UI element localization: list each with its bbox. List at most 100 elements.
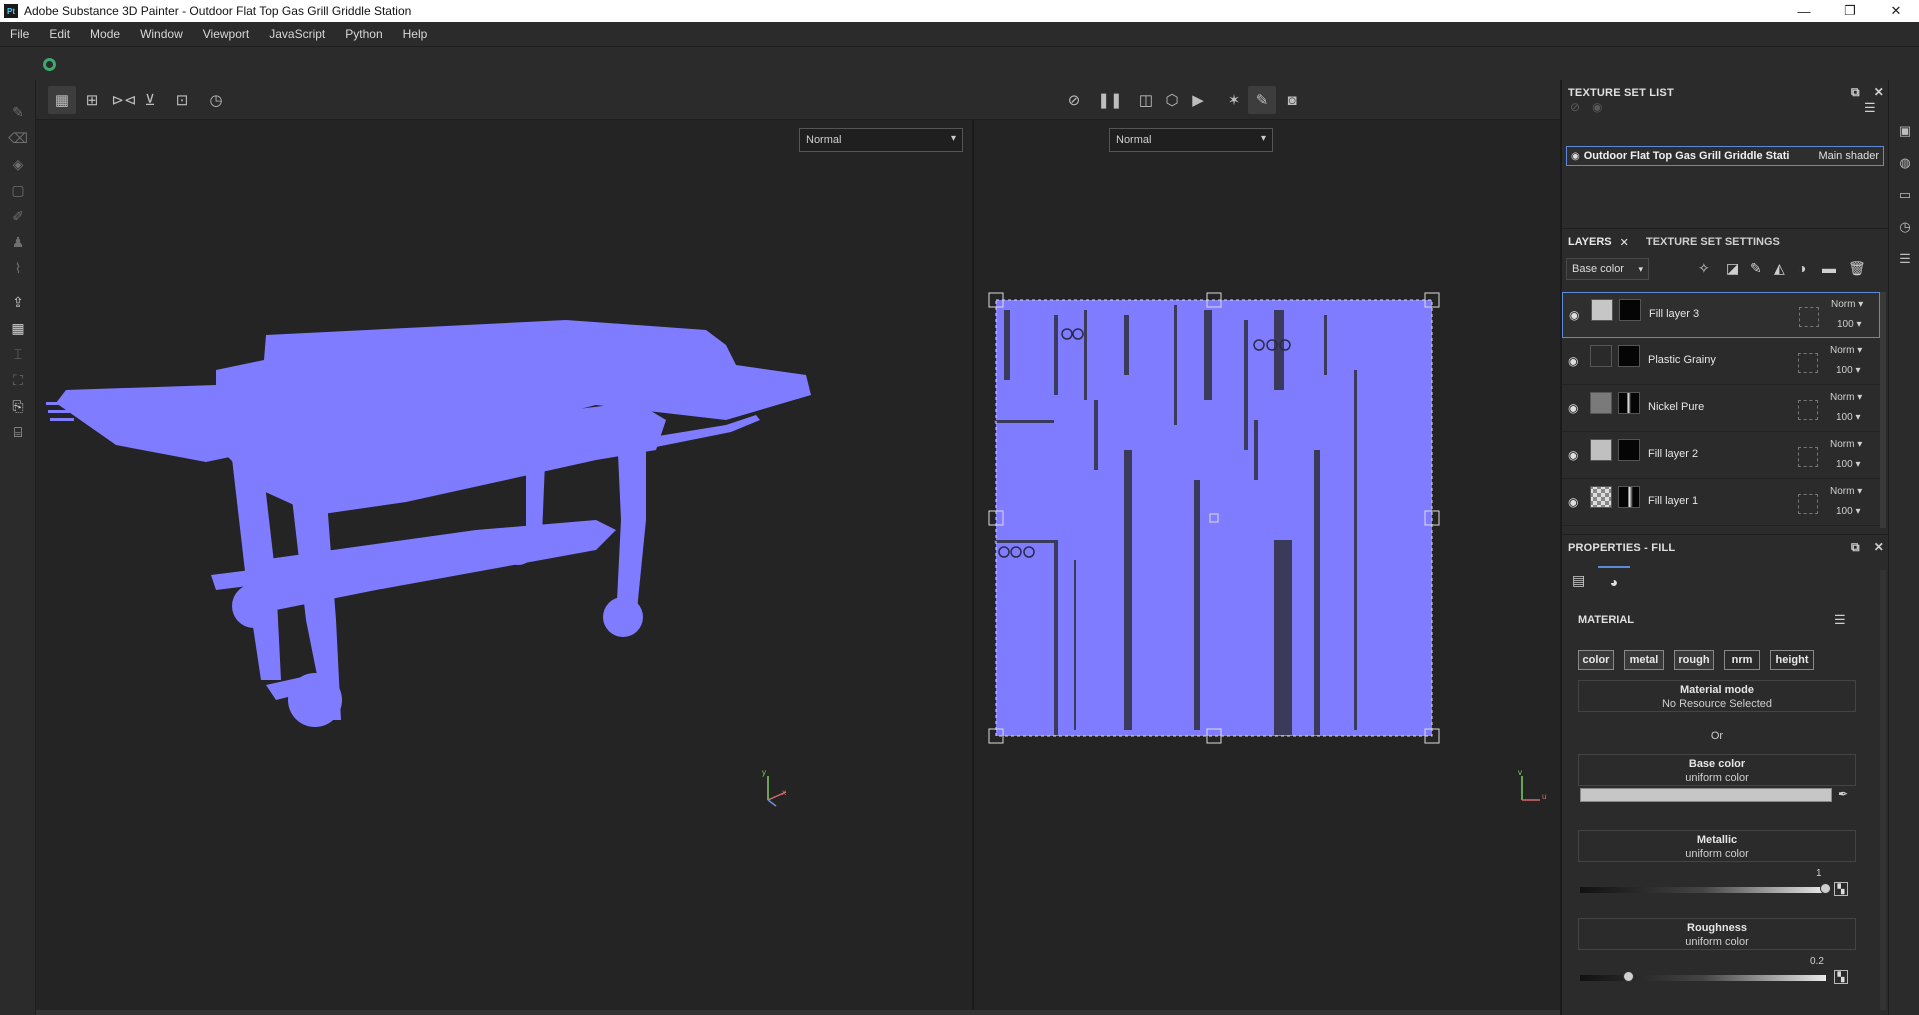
menu-edit[interactable]: Edit: [39, 27, 80, 41]
eye-icon[interactable]: ◉: [1568, 495, 1582, 509]
shelf-icon[interactable]: ▣: [1896, 122, 1914, 140]
shader-settings-icon[interactable]: ◍: [1896, 154, 1914, 172]
undock-icon[interactable]: ⧉: [1851, 540, 1860, 555]
blend-mode[interactable]: Norm ▾: [1830, 439, 1862, 450]
base-color-swatch[interactable]: [1580, 788, 1832, 802]
viewport-scrollbar[interactable]: [36, 1010, 1560, 1015]
mask-slot[interactable]: [1799, 307, 1819, 327]
texture-slot-icon[interactable]: ▚: [1834, 882, 1848, 896]
bake-icon[interactable]: ⇪: [8, 292, 28, 312]
add-mask-icon[interactable]: ◑: [1798, 260, 1806, 276]
measure-icon[interactable]: ⌶: [8, 344, 28, 364]
layer-name[interactable]: Plastic Grainy: [1648, 354, 1716, 366]
menu-viewport[interactable]: Viewport: [193, 27, 259, 41]
split-view-icon[interactable]: ◫: [1132, 86, 1160, 114]
assets-icon[interactable]: ▭: [1896, 186, 1914, 204]
maximize-button[interactable]: ❐: [1827, 0, 1873, 22]
minimize-button[interactable]: —: [1781, 0, 1827, 22]
texture-set-menu-icon[interactable]: ☰: [1864, 100, 1876, 116]
blend-mode[interactable]: Norm ▾: [1830, 345, 1862, 356]
eye-icon[interactable]: ◉: [1569, 308, 1583, 322]
show-all-icon[interactable]: ◉: [1592, 100, 1602, 114]
material-tab-icon[interactable]: ◕: [1598, 566, 1630, 594]
fill-settings-icon[interactable]: ▤: [1572, 572, 1585, 589]
channel-height-button[interactable]: height: [1770, 650, 1814, 670]
layer-name[interactable]: Fill layer 1: [1648, 495, 1698, 507]
eye-icon[interactable]: ◉: [1568, 401, 1582, 415]
status-ring-icon[interactable]: [43, 58, 56, 71]
material-picker-icon[interactable]: ⌇: [8, 258, 28, 278]
channel-select[interactable]: Base color ▾: [1566, 258, 1649, 280]
add-fill-layer-icon[interactable]: ◭: [1774, 260, 1785, 277]
layer-name[interactable]: Fill layer 2: [1648, 448, 1698, 460]
blend-mode[interactable]: Norm ▾: [1830, 486, 1862, 497]
add-paint-layer-icon[interactable]: ✎: [1750, 260, 1762, 277]
material-menu-icon[interactable]: ☰: [1834, 612, 1846, 628]
delete-layer-icon[interactable]: 🗑: [1848, 260, 1866, 277]
layer-opacity[interactable]: 100 ▾: [1836, 506, 1861, 517]
channel-nrm-button[interactable]: nrm: [1724, 650, 1760, 670]
cube-icon[interactable]: ⬡: [1158, 86, 1186, 114]
hide-all-icon[interactable]: ⊘: [1570, 100, 1580, 114]
blend-mode[interactable]: Norm ▾: [1830, 392, 1862, 403]
menu-python[interactable]: Python: [335, 27, 392, 41]
eye-icon[interactable]: ◉: [1571, 151, 1580, 162]
layer-opacity[interactable]: 100 ▾: [1836, 365, 1861, 376]
layer-opacity[interactable]: 100 ▾: [1837, 319, 1862, 330]
history-icon[interactable]: ◷: [202, 86, 230, 114]
roughness-box[interactable]: Roughness uniform color: [1578, 918, 1856, 950]
viewport-2d[interactable]: Normal ▾ v u: [974, 120, 1560, 1010]
add-view-icon[interactable]: ⊡: [168, 86, 196, 114]
layers-scrollbar[interactable]: [1880, 292, 1886, 528]
close-tab-icon[interactable]: ✕: [1620, 236, 1629, 249]
roughness-slider[interactable]: [1580, 971, 1826, 982]
channel-metal-button[interactable]: metal: [1624, 650, 1664, 670]
log-icon[interactable]: ☰: [1896, 250, 1914, 268]
mask-slot[interactable]: [1798, 494, 1818, 514]
add-effect-icon[interactable]: ✧: [1698, 260, 1710, 277]
texture-set-item[interactable]: ◉ Outdoor Flat Top Gas Grill Griddle Sta…: [1566, 146, 1884, 166]
camera-video-icon[interactable]: ▶: [1184, 86, 1212, 114]
roughness-slider-knob[interactable]: [1623, 971, 1635, 982]
layer-row[interactable]: ◉ Nickel Pure Norm ▾ 100 ▾: [1562, 386, 1880, 432]
tab-layers[interactable]: LAYERS ✕: [1568, 229, 1629, 255]
polygon-fill-icon[interactable]: ▦: [8, 318, 28, 338]
paint-mode-icon[interactable]: ✎: [1248, 86, 1276, 114]
menu-file[interactable]: File: [0, 27, 39, 41]
layer-row[interactable]: ◉ Fill layer 2 Norm ▾ 100 ▾: [1562, 433, 1880, 479]
export-icon[interactable]: ⎘: [8, 396, 28, 416]
layer-name[interactable]: Nickel Pure: [1648, 401, 1704, 413]
layer-opacity[interactable]: 100 ▾: [1836, 412, 1861, 423]
symmetry-y-icon[interactable]: ⊻: [136, 86, 164, 114]
add-smart-mask-icon[interactable]: ◪: [1726, 260, 1739, 277]
smudge-icon[interactable]: ✐: [8, 206, 28, 226]
eye-icon[interactable]: ◉: [1568, 354, 1582, 368]
texture-set-shader[interactable]: Main shader: [1818, 150, 1879, 162]
mask-slot[interactable]: [1798, 447, 1818, 467]
texture-slot-icon[interactable]: ▚: [1834, 970, 1848, 984]
menu-help[interactable]: Help: [393, 27, 438, 41]
layer-row[interactable]: ◉ Fill layer 3 Norm ▾ 100 ▾: [1562, 292, 1880, 338]
blend-mode[interactable]: Norm ▾: [1831, 299, 1863, 310]
tab-texture-set-settings[interactable]: TEXTURE SET SETTINGS: [1646, 229, 1780, 255]
eye-icon[interactable]: ◉: [1568, 448, 1582, 462]
metallic-slider[interactable]: [1580, 883, 1831, 894]
metallic-box[interactable]: Metallic uniform color: [1578, 830, 1856, 862]
channel-rough-button[interactable]: rough: [1674, 650, 1714, 670]
layer-opacity[interactable]: 100 ▾: [1836, 459, 1861, 470]
base-color-box[interactable]: Base color uniform color: [1578, 754, 1856, 786]
eraser-icon[interactable]: ⌫: [8, 128, 28, 148]
layer-row[interactable]: ◉ Plastic Grainy Norm ▾ 100 ▾: [1562, 339, 1880, 385]
eyedropper-icon[interactable]: ✒: [1838, 787, 1848, 801]
mask-slot[interactable]: [1798, 400, 1818, 420]
uv-grid-icon[interactable]: ▦: [48, 86, 76, 114]
menu-javascript[interactable]: JavaScript: [259, 27, 335, 41]
add-folder-icon[interactable]: ▬: [1822, 260, 1836, 276]
menu-mode[interactable]: Mode: [80, 27, 130, 41]
symmetry-x-icon[interactable]: ⊳⊲: [110, 86, 138, 114]
properties-scrollbar[interactable]: [1880, 570, 1886, 1010]
pause-icon[interactable]: ❚❚: [1096, 86, 1124, 114]
tiling-icon[interactable]: ⊞: [78, 86, 106, 114]
display-settings-icon[interactable]: ⌸: [8, 422, 28, 442]
geometry-mask-icon[interactable]: ▢: [8, 180, 28, 200]
